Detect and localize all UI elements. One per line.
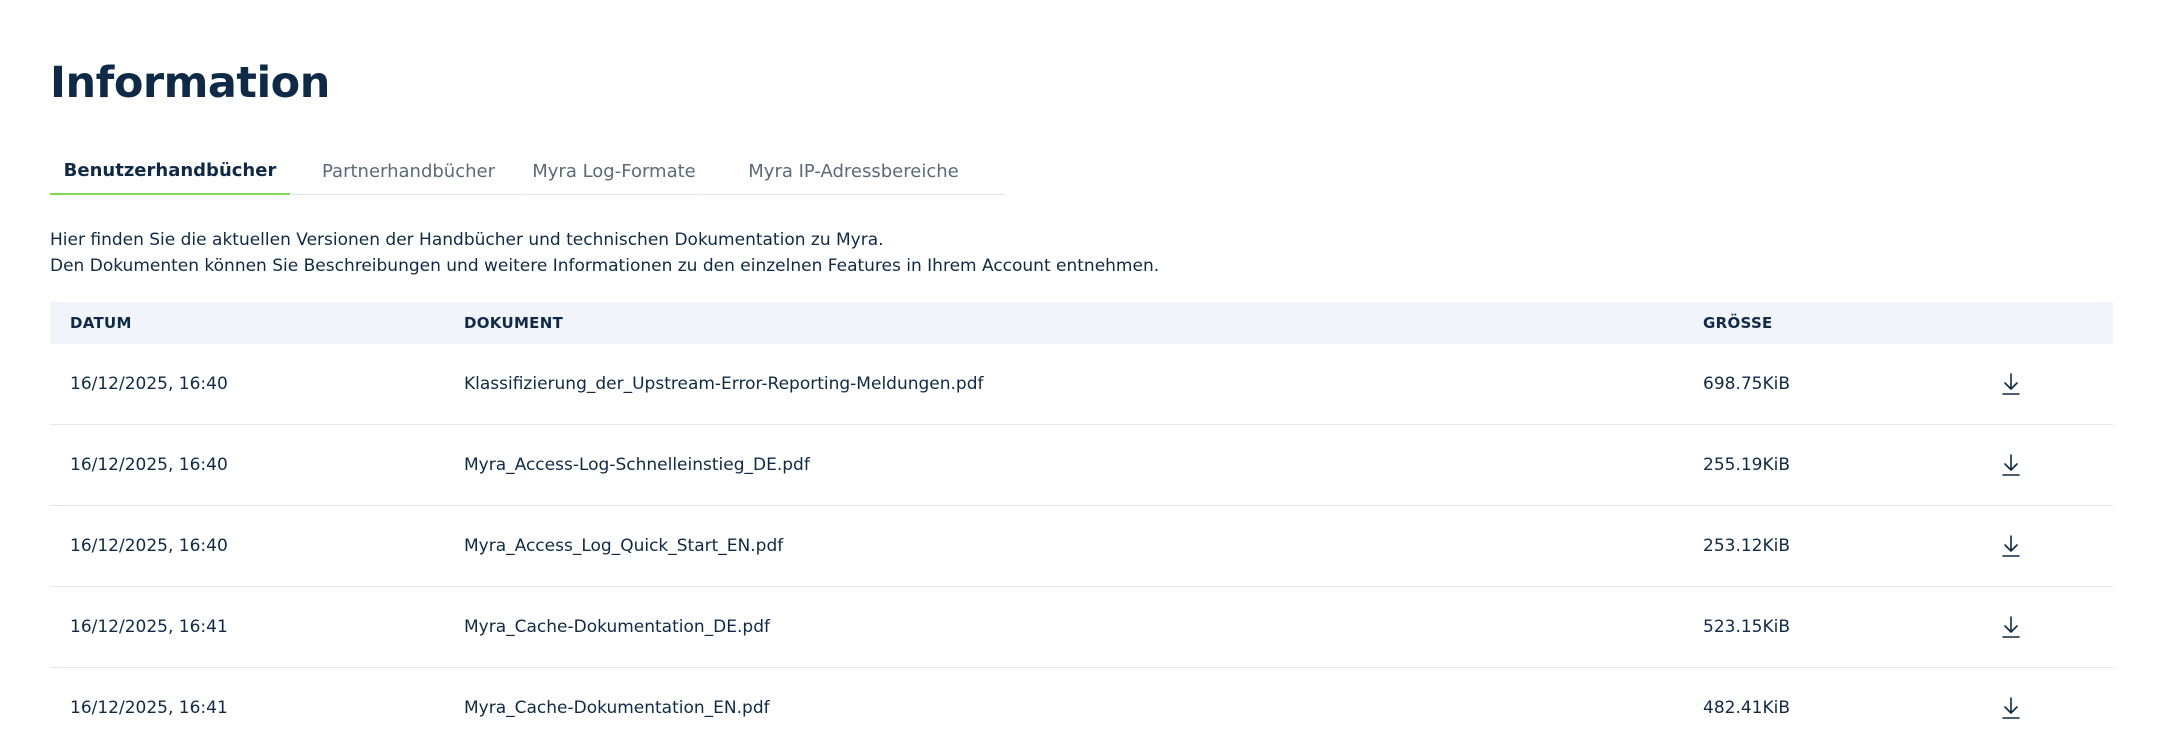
table-header: DATUM DOKUMENT GRÖSSE bbox=[50, 302, 2113, 344]
tab-myra-log-formate[interactable]: Myra Log-Formate bbox=[527, 148, 701, 195]
header-document[interactable]: DOKUMENT bbox=[464, 314, 563, 332]
row-size: 698.75KiB bbox=[1703, 374, 1791, 394]
table-row: 16/12/2025, 16:40 Klassifizierung_der_Up… bbox=[50, 344, 2113, 425]
row-size: 255.19KiB bbox=[1703, 455, 1791, 475]
intro-text: Hier finden Sie die aktuellen Versionen … bbox=[50, 227, 1159, 279]
row-size: 482.41KiB bbox=[1703, 698, 1791, 718]
download-icon[interactable] bbox=[2000, 372, 2022, 396]
table-row: 16/12/2025, 16:40 Myra_Access-Log-Schnel… bbox=[50, 425, 2113, 506]
download-icon[interactable] bbox=[2000, 453, 2022, 477]
download-icon[interactable] bbox=[2000, 696, 2022, 720]
download-icon[interactable] bbox=[2000, 615, 2022, 639]
table-row: 16/12/2025, 16:41 Myra_Cache-Dokumentati… bbox=[50, 587, 2113, 668]
intro-line-2: Den Dokumenten können Sie Beschreibungen… bbox=[50, 256, 1160, 276]
row-date: 16/12/2025, 16:41 bbox=[70, 698, 228, 718]
page-title: Information bbox=[50, 58, 330, 108]
row-document: Myra_Cache-Dokumentation_DE.pdf bbox=[464, 617, 770, 637]
row-date: 16/12/2025, 16:40 bbox=[70, 536, 228, 556]
tab-bar: Benutzerhandbücher Partnerhandbücher Myr… bbox=[50, 148, 1006, 195]
row-document: Myra_Cache-Dokumentation_EN.pdf bbox=[464, 698, 770, 718]
row-document: Myra_Access_Log_Quick_Start_EN.pdf bbox=[464, 536, 784, 556]
documents-table: DATUM DOKUMENT GRÖSSE 16/12/2025, 16:40 … bbox=[50, 302, 2113, 748]
row-date: 16/12/2025, 16:41 bbox=[70, 617, 228, 637]
tab-partnerhandbuecher[interactable]: Partnerhandbücher bbox=[292, 148, 525, 195]
intro-line-1: Hier finden Sie die aktuellen Versionen … bbox=[50, 230, 884, 250]
row-document: Klassifizierung_der_Upstream-Error-Repor… bbox=[464, 374, 984, 394]
tab-myra-ip-adressbereiche[interactable]: Myra IP-Adressbereiche bbox=[703, 148, 1004, 195]
row-size: 523.15KiB bbox=[1703, 617, 1791, 637]
row-date: 16/12/2025, 16:40 bbox=[70, 455, 228, 475]
row-document: Myra_Access-Log-Schnelleinstieg_DE.pdf bbox=[464, 455, 810, 475]
table-row: 16/12/2025, 16:41 Myra_Cache-Dokumentati… bbox=[50, 668, 2113, 748]
header-date[interactable]: DATUM bbox=[70, 314, 132, 332]
tab-benutzerhandbuecher[interactable]: Benutzerhandbücher bbox=[50, 148, 290, 195]
row-size: 253.12KiB bbox=[1703, 536, 1791, 556]
table-row: 16/12/2025, 16:40 Myra_Access_Log_Quick_… bbox=[50, 506, 2113, 587]
header-size[interactable]: GRÖSSE bbox=[1703, 314, 1773, 332]
download-icon[interactable] bbox=[2000, 534, 2022, 558]
row-date: 16/12/2025, 16:40 bbox=[70, 374, 228, 394]
